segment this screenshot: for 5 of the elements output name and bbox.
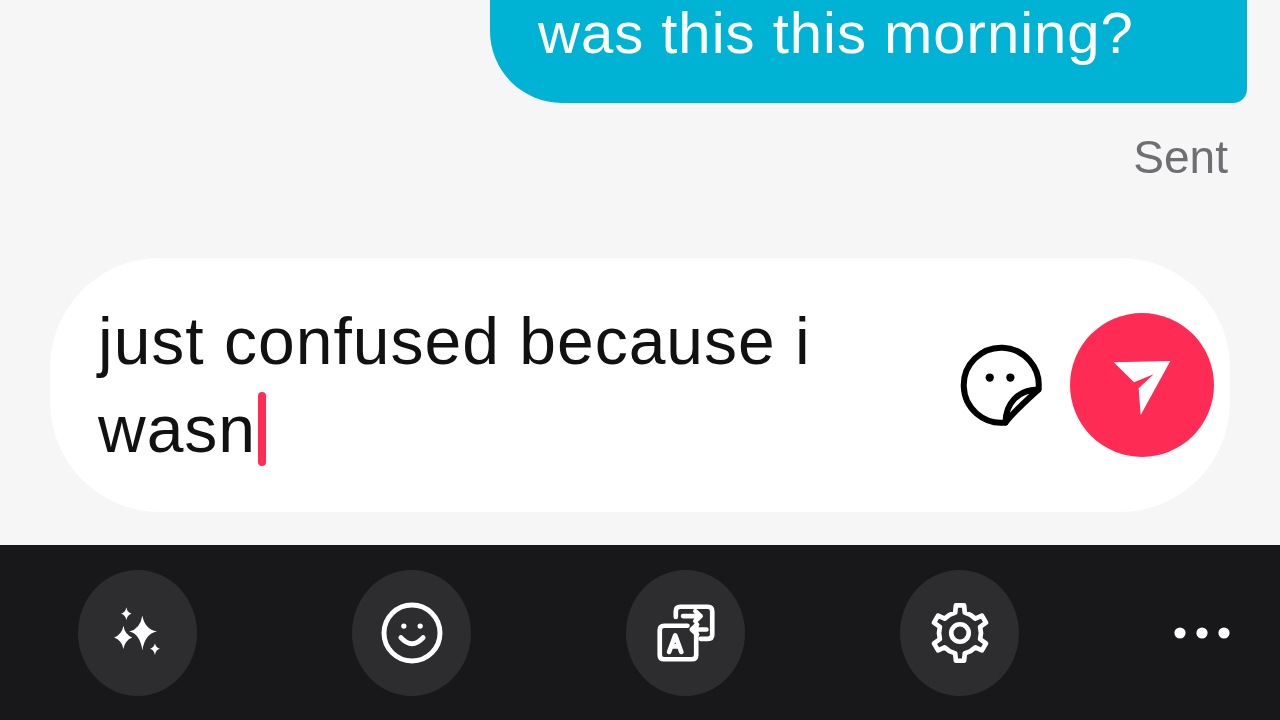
message-input-field[interactable]: just confused because i wasn <box>98 297 868 473</box>
message-text: was this this morning? <box>538 0 1134 66</box>
delivery-status: Sent <box>1133 131 1228 183</box>
more-icon <box>1174 626 1230 639</box>
more-button[interactable] <box>1174 626 1230 639</box>
